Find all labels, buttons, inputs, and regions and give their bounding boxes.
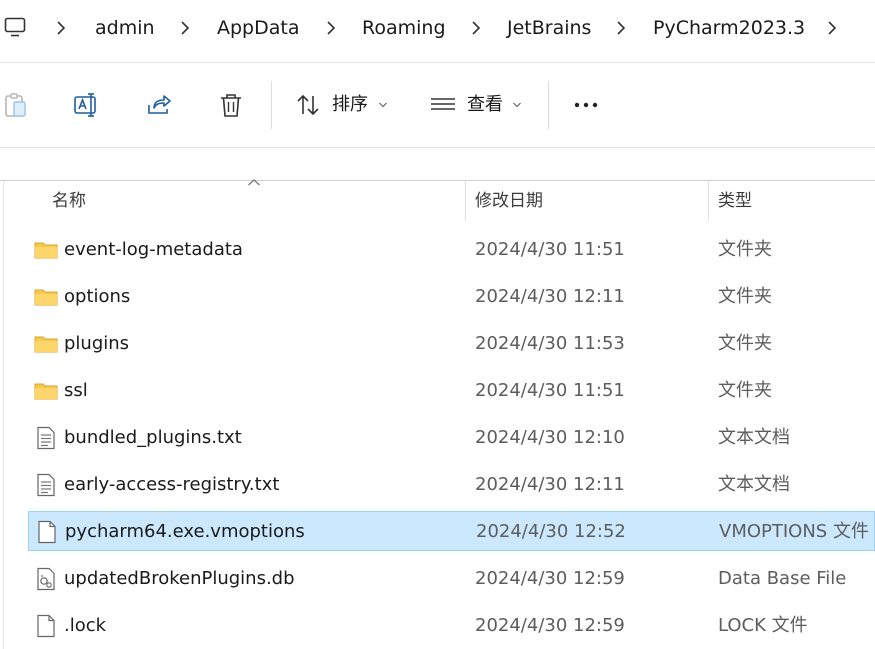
- list-item[interactable]: plugins 2024/4/30 11:53 文件夹: [28, 324, 875, 364]
- trash-icon[interactable]: [217, 91, 245, 119]
- file-modified: 2024/4/30 12:10: [475, 427, 625, 448]
- list-item-selected[interactable]: pycharm64.exe.vmoptions 2024/4/30 12:52 …: [28, 511, 875, 551]
- column-header-name[interactable]: 名称: [52, 181, 86, 221]
- list-item[interactable]: ssl 2024/4/30 11:51 文件夹: [28, 371, 875, 411]
- chevron-right-icon[interactable]: [55, 19, 67, 37]
- folder-icon: [34, 242, 58, 259]
- chevron-down-icon[interactable]: [378, 101, 388, 109]
- file-icon: [38, 520, 56, 544]
- text-file-icon: [37, 426, 55, 450]
- share-icon[interactable]: [145, 91, 173, 119]
- column-divider[interactable]: [708, 181, 709, 221]
- file-type: 文件夹: [718, 239, 772, 260]
- file-name: event-log-metadata: [64, 239, 243, 260]
- text-file-icon: [37, 473, 55, 497]
- address-bar[interactable]: admin AppData Roaming JetBrains PyCharm2…: [0, 0, 875, 56]
- file-modified: 2024/4/30 11:51: [475, 380, 625, 401]
- list-item[interactable]: options 2024/4/30 12:11 文件夹: [28, 277, 875, 317]
- breadcrumb-admin[interactable]: admin: [95, 15, 155, 41]
- file-type: 文件夹: [718, 380, 772, 401]
- db-file-icon: [37, 567, 55, 591]
- file-name: updatedBrokenPlugins.db: [64, 568, 295, 589]
- breadcrumb-roaming[interactable]: Roaming: [362, 15, 446, 41]
- file-name: bundled_plugins.txt: [64, 427, 242, 448]
- sort-ascending-icon: [248, 179, 260, 186]
- file-name: .lock: [64, 615, 107, 636]
- file-type: 文本文档: [718, 474, 790, 495]
- toolbar-divider: [271, 81, 272, 129]
- file-icon: [37, 614, 55, 638]
- list-item[interactable]: .lock 2024/4/30 12:59 LOCK 文件: [28, 606, 875, 646]
- column-header-modified[interactable]: 修改日期: [475, 181, 543, 221]
- file-modified: 2024/4/30 12:52: [476, 521, 626, 542]
- this-pc-icon[interactable]: [4, 16, 26, 38]
- file-type: VMOPTIONS 文件: [719, 521, 869, 542]
- file-type: Data Base File: [718, 568, 847, 589]
- file-type: 文件夹: [718, 286, 772, 307]
- file-name: pycharm64.exe.vmoptions: [65, 521, 305, 542]
- chevron-right-icon[interactable]: [325, 19, 337, 37]
- file-type: LOCK 文件: [718, 615, 808, 636]
- folder-icon: [34, 336, 58, 353]
- divider: [0, 147, 875, 148]
- column-header-type[interactable]: 类型: [718, 181, 752, 221]
- file-name: options: [64, 286, 131, 307]
- paste-icon[interactable]: [2, 91, 30, 119]
- sort-button[interactable]: 排序: [332, 93, 368, 117]
- more-options-icon[interactable]: [572, 91, 600, 119]
- folder-icon: [34, 383, 58, 400]
- chevron-right-icon[interactable]: [826, 19, 838, 37]
- breadcrumb-jetbrains[interactable]: JetBrains: [507, 15, 591, 41]
- sort-icon[interactable]: [294, 91, 322, 119]
- rename-icon[interactable]: [73, 91, 101, 119]
- file-modified: 2024/4/30 11:51: [475, 239, 625, 260]
- column-divider[interactable]: [465, 181, 466, 221]
- file-modified: 2024/4/30 11:53: [475, 333, 625, 354]
- view-button[interactable]: 查看: [467, 93, 503, 117]
- chevron-right-icon[interactable]: [179, 19, 191, 37]
- toolbar-divider: [548, 81, 549, 129]
- list-item[interactable]: updatedBrokenPlugins.db 2024/4/30 12:59 …: [28, 559, 875, 599]
- file-modified: 2024/4/30 12:59: [475, 615, 625, 636]
- file-modified: 2024/4/30 12:11: [475, 474, 625, 495]
- folder-icon: [34, 289, 58, 306]
- chevron-right-icon[interactable]: [615, 19, 627, 37]
- file-type: 文件夹: [718, 333, 772, 354]
- file-modified: 2024/4/30 12:59: [475, 568, 625, 589]
- list-item[interactable]: event-log-metadata 2024/4/30 11:51 文件夹: [28, 230, 875, 270]
- breadcrumb-appdata[interactable]: AppData: [217, 15, 300, 41]
- file-modified: 2024/4/30 12:11: [475, 286, 625, 307]
- list-item[interactable]: bundled_plugins.txt 2024/4/30 12:10 文本文档: [28, 418, 875, 458]
- file-name: early-access-registry.txt: [64, 474, 280, 495]
- view-icon[interactable]: [429, 91, 457, 119]
- command-bar: 排序 查看: [0, 63, 875, 147]
- breadcrumb-pycharm[interactable]: PyCharm2023.3: [653, 15, 805, 41]
- list-item[interactable]: early-access-registry.txt 2024/4/30 12:1…: [28, 465, 875, 505]
- pane-border: [3, 181, 4, 649]
- file-type: 文本文档: [718, 427, 790, 448]
- chevron-down-icon[interactable]: [512, 101, 522, 109]
- chevron-right-icon[interactable]: [470, 19, 482, 37]
- file-name: ssl: [64, 380, 88, 401]
- file-name: plugins: [64, 333, 130, 354]
